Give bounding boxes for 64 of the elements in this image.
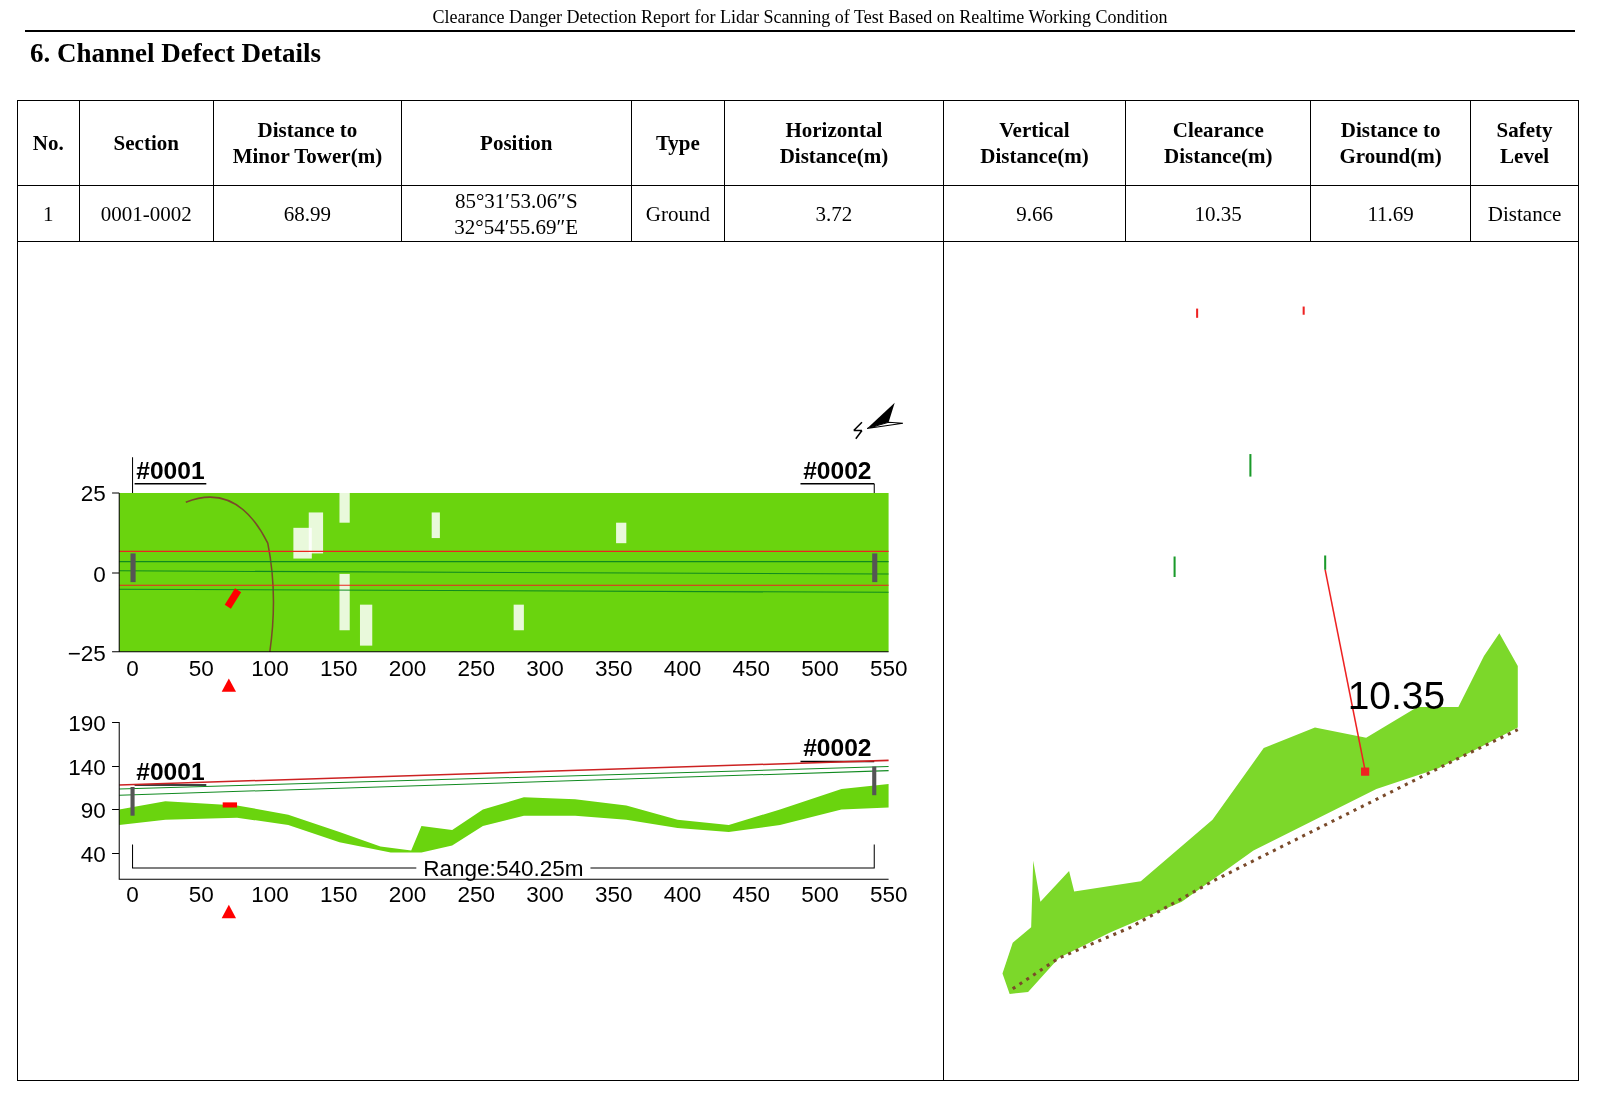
axis-tick-label: 250 [457, 881, 496, 907]
table-cell: 3.72 [724, 185, 944, 242]
axis-tick-label: 350 [594, 881, 633, 907]
axis-tick-label: 140 [68, 754, 106, 780]
table-cell: 68.99 [213, 185, 402, 242]
measurement-label: 10.35 [1347, 674, 1445, 718]
column-header: Vertical Distance(m) [943, 100, 1126, 186]
north-arrow-icon [853, 402, 904, 440]
axis-tick-label: 450 [732, 656, 770, 682]
axis-tick-label: 550 [869, 656, 908, 682]
table-cell: Distance [1470, 185, 1579, 242]
range-label: Range:540.25m [423, 856, 584, 882]
column-header: Type [631, 100, 725, 186]
table-cell: 10.35 [1125, 185, 1311, 242]
position-marker-icon [221, 904, 236, 919]
column-header: Distance to Minor Tower(m) [213, 100, 402, 186]
axis-tick-label: 190 [68, 710, 106, 736]
table-cell: 85°31′53.06″S 32°54′55.69″E [401, 185, 632, 242]
axis-tick-label: 25 [80, 481, 106, 507]
axis-tick-label: 100 [251, 656, 289, 682]
axis-tick-label: 200 [388, 881, 427, 907]
axis-tick-label: 50 [188, 881, 214, 907]
column-header: No. [17, 100, 80, 186]
page-header: Clearance Danger Detection Report for Lidar Scanning of Test Based on Realtime Working Condition [25, 7, 1575, 32]
axis-tick-label: 0 [126, 881, 139, 907]
table-cell: Ground [631, 185, 725, 242]
axis-tick-label: 150 [320, 881, 358, 907]
axis-tick-label: −25 [67, 641, 106, 666]
axis-tick-label: 300 [526, 881, 564, 907]
axis-tick-label: 50 [188, 656, 214, 682]
tower-label: #0001 [133, 757, 208, 786]
axis-tick-label: 350 [594, 656, 633, 682]
table-cell: 9.66 [943, 185, 1126, 242]
axis-tick-label: 40 [80, 841, 106, 867]
axis-tick-label: 450 [732, 881, 770, 907]
axis-tick-label: 250 [457, 656, 496, 682]
axis-tick-label: 90 [80, 797, 106, 823]
column-header: Safety Level [1470, 100, 1579, 186]
column-header: Position [401, 100, 632, 186]
table-cell: 0001-0002 [79, 185, 214, 242]
position-marker-icon [221, 678, 236, 692]
axis-tick-label: 500 [801, 881, 839, 907]
axis-tick-label: 400 [663, 881, 702, 907]
tower-marker-line [132, 456, 134, 494]
tower-label: #0002 [799, 734, 875, 763]
axis-tick-label: 300 [526, 656, 564, 682]
axis-tick-label: 400 [663, 656, 702, 682]
column-header: Clearance Distance(m) [1125, 100, 1311, 186]
axis-tick-label: 500 [801, 656, 839, 682]
column-header: Distance to Ground(m) [1310, 100, 1471, 186]
axis-tick-label: 200 [388, 656, 427, 682]
axis-tick-label: 0 [126, 656, 139, 682]
axis-tick-label: 100 [251, 881, 289, 907]
axis-tick-label: 0 [93, 562, 106, 588]
axis-tick-label: 150 [320, 656, 358, 682]
table-cell: 11.69 [1310, 185, 1471, 242]
tower-label: #0002 [799, 456, 875, 485]
tower-marker-line [873, 483, 875, 494]
axis-tick-label: 550 [869, 881, 908, 907]
table-cell: 1 [17, 185, 80, 242]
column-header: Section [79, 100, 214, 186]
section-title: 6. Channel Defect Details [30, 38, 322, 70]
tower-label: #0001 [133, 456, 208, 485]
column-header: Horizontal Distance(m) [724, 100, 944, 186]
